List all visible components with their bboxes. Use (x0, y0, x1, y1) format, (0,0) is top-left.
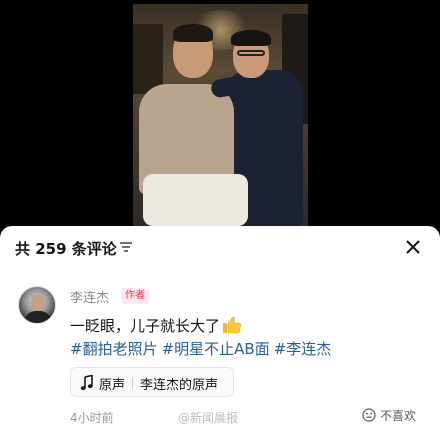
thumbs-up-icon (223, 316, 241, 334)
comments-header: 共 259 条评论 (0, 226, 440, 268)
hashtag-link[interactable]: #明星不止AB面 (162, 340, 270, 358)
hashtag-link[interactable]: #李连杰 (274, 340, 332, 358)
comment-count-title: 共 259 条评论 (15, 240, 117, 258)
hashtag-link[interactable]: #翻拍老照片 (70, 340, 158, 358)
comment-item[interactable]: 李连杰 作者 一眨眼，儿子就长大了 #翻拍老照片 #明星不止AB面 #李连杰 原声 … (0, 278, 440, 439)
comment-body: 一眨眼，儿子就长大了 (70, 317, 221, 335)
comment-text: 一眨眼，儿子就长大了 (70, 315, 242, 336)
dislike-label: 不喜欢 (380, 409, 417, 423)
sound-name: 李连杰的原声 (140, 378, 219, 393)
comment-time: 4小时前 (70, 411, 114, 425)
neutral-face-icon (362, 408, 376, 422)
sound-divider (132, 377, 133, 389)
sound-label: 原声 (99, 378, 126, 393)
comment-author[interactable]: 李连杰 (70, 287, 109, 306)
sort-lines-icon[interactable] (119, 241, 133, 253)
original-sound-chip[interactable]: 原声 李连杰的原声 (70, 367, 234, 397)
music-note-icon (80, 375, 93, 391)
hashtag-list: #翻拍老照片 #明星不止AB面 #李连杰 (70, 338, 335, 359)
watermark: @新闻晨报 (178, 411, 239, 425)
avatar[interactable] (18, 286, 56, 324)
close-icon[interactable] (404, 238, 422, 256)
video-player[interactable] (0, 0, 440, 226)
author-badge: 作者 (121, 288, 149, 304)
comments-sheet: 共 259 条评论 李连杰 作者 一眨眼，儿子就长大了 #翻拍老照片 #明星不止A… (0, 226, 440, 439)
video-frame (133, 4, 308, 226)
